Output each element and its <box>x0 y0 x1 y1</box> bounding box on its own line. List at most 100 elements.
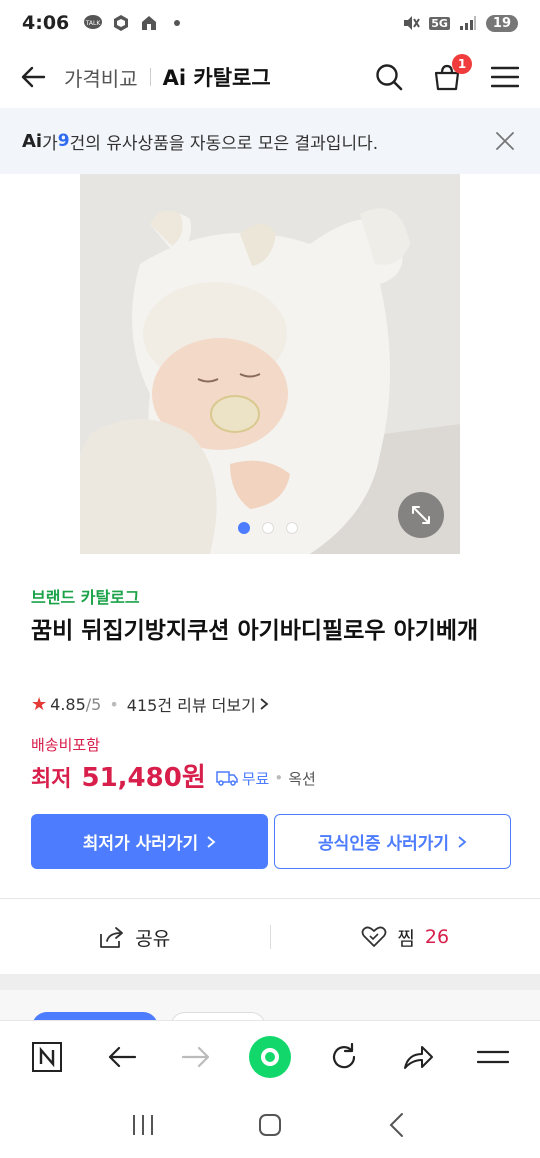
page-title: Ai 카탈로그 <box>162 66 271 90</box>
lowest-price-label: 최저 <box>31 767 72 792</box>
share-arrow-icon <box>404 1045 434 1069</box>
filter-chip[interactable] <box>170 1012 266 1020</box>
home-button[interactable] <box>250 1105 290 1145</box>
ai-logo: Ai <box>22 130 43 152</box>
arrow-left-icon <box>21 66 46 88</box>
separator-dot: • <box>274 769 284 787</box>
section-gap <box>0 974 540 990</box>
share-button[interactable]: 공유 <box>0 924 270 951</box>
banner-close-button[interactable] <box>492 128 518 154</box>
like-button[interactable]: 찜 26 <box>271 924 540 951</box>
browser-toolbar <box>0 1020 540 1092</box>
browser-share-button[interactable] <box>396 1035 440 1079</box>
refresh-icon <box>332 1042 355 1068</box>
like-count: 26 <box>424 926 450 948</box>
green-dot-button[interactable] <box>248 1035 291 1078</box>
talk-notification-icon: TALK <box>83 13 103 33</box>
system-back-button[interactable] <box>377 1105 417 1145</box>
lowest-price: 51,480원 <box>81 763 206 793</box>
action-row: 공유 찜 26 <box>0 906 540 968</box>
breadcrumb-divider <box>149 68 151 86</box>
hamburger-menu-icon <box>491 66 519 88</box>
status-bar: 4:06 TALK 5G 19 <box>0 0 540 46</box>
rating-row: ★ 4.85 /5 • 415건 리뷰 더보기 <box>31 692 269 716</box>
next-section-peek <box>0 990 540 1020</box>
back-button[interactable] <box>18 62 48 92</box>
mute-icon <box>401 13 421 33</box>
price-row: 최저 51,480원 무료 • 옥션 <box>31 757 316 794</box>
ai-banner-prefix: 가 <box>42 133 58 154</box>
image-pagination <box>238 522 298 534</box>
shipping-included-label: 배송비포함 <box>31 736 101 754</box>
green-dot-icon <box>260 1047 279 1066</box>
cart-count-badge: 1 <box>452 54 472 74</box>
arrow-left-icon <box>108 1046 136 1067</box>
image-dot-1[interactable] <box>238 522 250 534</box>
ai-banner-count: 9 <box>57 131 70 151</box>
status-right: 5G 19 <box>401 13 518 33</box>
product-title: 꿈비 뒤집기방지쿠션 아기바디필로우 아기베개 <box>31 618 479 644</box>
svg-text:TALK: TALK <box>85 20 102 27</box>
browser-back-button[interactable] <box>100 1035 144 1079</box>
product-photo <box>80 174 460 554</box>
home-square-icon <box>258 1114 281 1136</box>
arrow-right-icon <box>182 1046 210 1067</box>
header-actions: 1 <box>372 54 522 94</box>
buy-official-label: 공식인증 사러가기 <box>317 834 450 854</box>
review-more-link[interactable]: 415건 리뷰 더보기 <box>127 692 256 716</box>
cart-button[interactable]: 1 <box>430 54 472 94</box>
refresh-button[interactable] <box>322 1035 366 1079</box>
rating-max: /5 <box>85 694 102 714</box>
network-label: 5G <box>429 16 450 30</box>
naver-home-button[interactable] <box>25 1035 69 1079</box>
recent-apps-icon <box>133 1115 154 1135</box>
filter-chip-active[interactable] <box>32 1012 158 1020</box>
chevron-right-icon <box>207 835 216 848</box>
star-icon: ★ <box>31 693 48 715</box>
more-dot-icon <box>167 13 187 33</box>
buy-official-button[interactable]: 공식인증 사러가기 <box>274 814 511 869</box>
product-image[interactable] <box>80 174 460 554</box>
expand-icon <box>412 506 430 524</box>
like-label: 찜 <box>397 927 415 950</box>
status-time: 4:06 <box>22 12 70 34</box>
share-icon <box>100 927 124 948</box>
close-icon <box>496 132 514 150</box>
ai-notice-banner: Ai 가 9 건의 유사상품을 자동으로 모은 결과입니다. <box>0 108 540 174</box>
recent-apps-button[interactable] <box>123 1105 163 1145</box>
battery-indicator: 19 <box>485 14 518 32</box>
naver-n-icon <box>32 1041 63 1072</box>
rating-value: 4.85 <box>50 694 86 714</box>
seller-name: 옥션 <box>288 769 316 788</box>
ai-banner-text: 건의 유사상품을 자동으로 모은 결과입니다. <box>69 133 379 154</box>
share-label: 공유 <box>135 927 171 950</box>
status-left: 4:06 TALK <box>22 12 187 34</box>
free-shipping-text: 무료 <box>241 769 270 788</box>
buy-lowest-label: 최저가 사러가기 <box>82 834 199 854</box>
heart-icon <box>362 926 387 947</box>
separator-dot: • <box>109 694 119 714</box>
brand-catalog-label[interactable]: 브랜드 카탈로그 <box>31 584 140 608</box>
section-divider <box>0 898 540 899</box>
system-navigation-bar <box>0 1092 540 1158</box>
search-button[interactable] <box>372 60 406 94</box>
expand-image-button[interactable] <box>398 492 444 538</box>
search-icon <box>376 64 403 91</box>
app-header: 가격비교 Ai 카탈로그 1 <box>0 46 540 108</box>
menu-icon <box>476 1050 509 1063</box>
chevron-right-icon <box>260 698 269 710</box>
signal-icon <box>458 13 478 33</box>
box-notification-icon <box>111 13 131 33</box>
menu-button[interactable] <box>488 60 522 94</box>
breadcrumb-price-compare[interactable]: 가격비교 <box>64 63 138 92</box>
image-dot-2[interactable] <box>262 522 274 534</box>
shipping-info: 무료 • 옥션 <box>216 768 316 789</box>
home-notification-icon <box>139 13 159 33</box>
image-dot-3[interactable] <box>286 522 298 534</box>
chevron-right-icon <box>458 835 467 848</box>
truck-icon <box>216 771 238 786</box>
browser-forward-button[interactable] <box>174 1035 218 1079</box>
chevron-left-icon <box>389 1113 403 1137</box>
browser-menu-button[interactable] <box>471 1035 515 1079</box>
buy-lowest-price-button[interactable]: 최저가 사러가기 <box>31 814 268 869</box>
